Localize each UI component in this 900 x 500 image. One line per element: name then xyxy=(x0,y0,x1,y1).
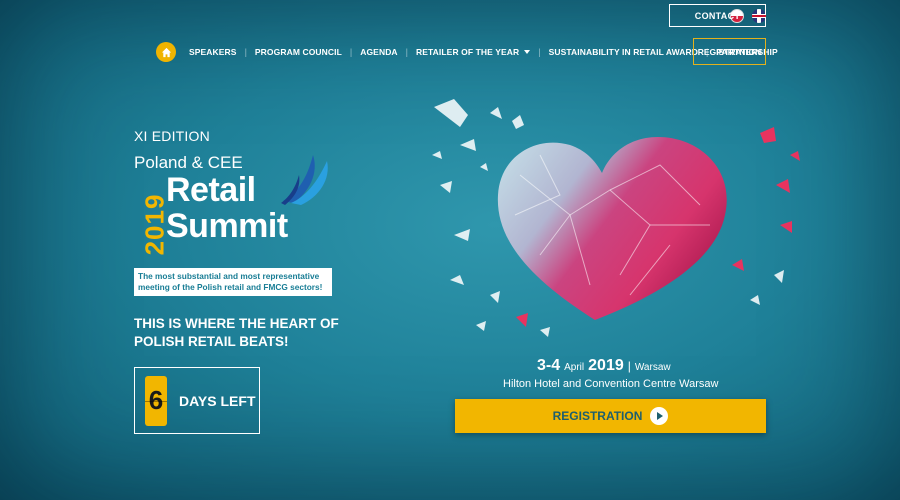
countdown-label: DAYS LEFT xyxy=(179,392,256,409)
crystal-heart-illustration xyxy=(432,99,800,337)
nav-item-sustainability-award[interactable]: SUSTAINABILITY IN RETAIL AWARD xyxy=(549,47,698,57)
nav-separator: | xyxy=(244,47,247,57)
sail-logo-icon xyxy=(281,155,328,205)
play-icon xyxy=(650,407,669,425)
nav-registration-button[interactable]: REGISTRATION xyxy=(693,38,766,65)
nav-separator: | xyxy=(349,47,353,57)
nav-separator: | xyxy=(405,47,409,57)
headline: THIS IS WHERE THE HEART OF POLISH RETAIL… xyxy=(134,315,374,351)
nav-item-label: RETAILER OF THE YEAR xyxy=(416,47,520,57)
logo-word-summit: Summit xyxy=(166,207,288,245)
countdown-digit: 6 xyxy=(145,375,167,426)
event-month: April xyxy=(564,362,585,373)
countdown: 6 DAYS LEFT xyxy=(134,367,260,434)
home-icon[interactable] xyxy=(156,42,176,62)
registration-cta-button[interactable]: REGISTRATION xyxy=(455,399,766,433)
nav-item-agenda[interactable]: AGENDA xyxy=(360,47,397,57)
event-date: 3-4 April 2019 | Warsaw xyxy=(537,357,671,375)
logo-subtitle: Poland & CEE xyxy=(134,153,243,172)
registration-cta-label: REGISTRATION xyxy=(552,409,643,423)
main-nav: SPEAKERS | PROGRAM COUNCIL | AGENDA | RE… xyxy=(156,38,778,66)
tagline: The most substantial and most representa… xyxy=(134,268,332,296)
logo-word-retail: Retail xyxy=(166,171,256,209)
event-days: 3-4 xyxy=(537,357,561,374)
headline-line-1: THIS IS WHERE THE HEART OF xyxy=(134,316,339,331)
nav-separator: | xyxy=(538,47,541,57)
event-city: Warsaw xyxy=(634,362,671,373)
nav-item-speakers[interactable]: SPEAKERS xyxy=(189,47,237,57)
edition-label: XI EDITION xyxy=(134,128,210,144)
event-year: 2019 xyxy=(588,357,624,374)
nav-item-retailer-of-the-year[interactable]: RETAILER OF THE YEAR xyxy=(416,47,531,57)
retail-summit-logo[interactable]: Poland & CEE 2019 Retail Summit xyxy=(134,153,344,255)
date-separator: | xyxy=(627,359,631,373)
event-venue: Hilton Hotel and Convention Centre Warsa… xyxy=(503,378,719,390)
nav-item-program-council[interactable]: PROGRAM COUNCIL xyxy=(255,47,342,57)
chevron-down-icon xyxy=(524,50,531,54)
headline-line-2: POLISH RETAIL BEATS! xyxy=(134,334,289,349)
